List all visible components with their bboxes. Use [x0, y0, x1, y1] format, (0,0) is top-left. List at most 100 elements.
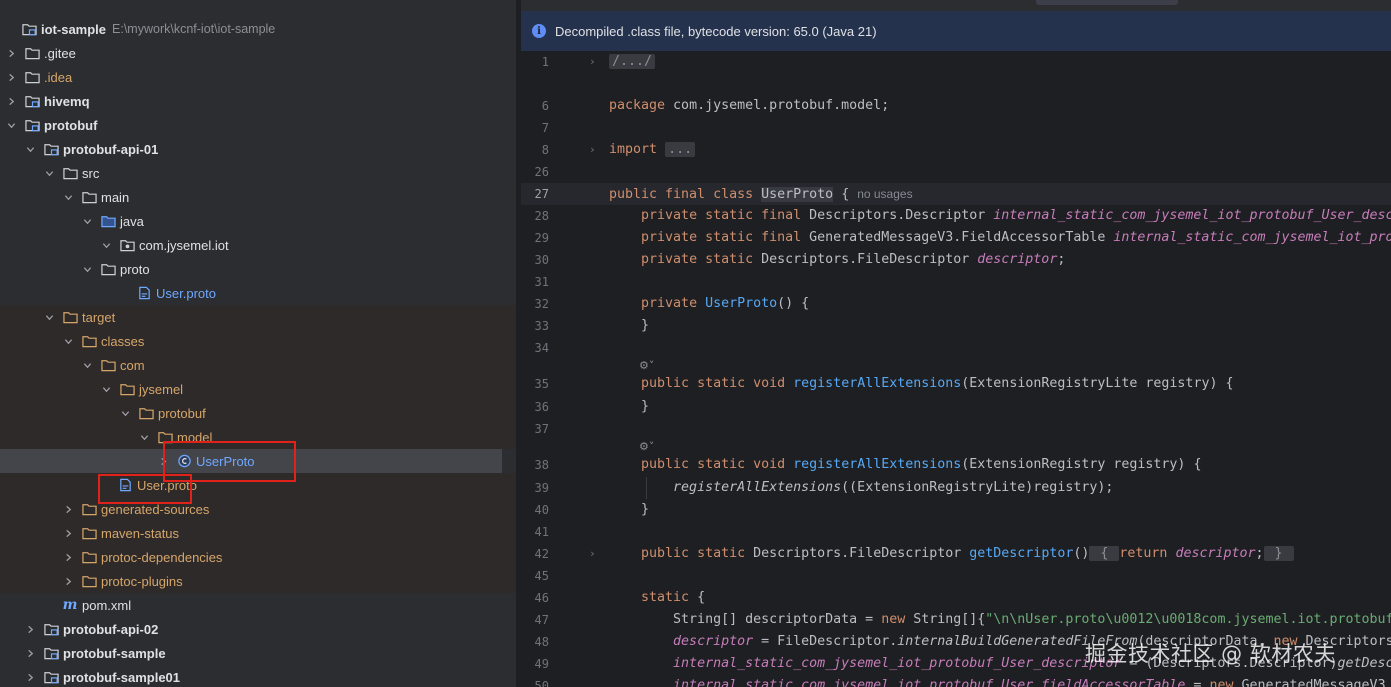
code-line[interactable]: 50 internal_static_com_jysemel_iot_proto…	[521, 675, 1391, 687]
chevron-down-icon[interactable]	[100, 377, 112, 401]
tree-item[interactable]: classes	[0, 329, 516, 353]
tree-item[interactable]: protobuf-sample01	[0, 665, 516, 687]
code-line[interactable]: 29 private static final GeneratedMessage…	[521, 227, 1391, 249]
folded-region[interactable]: /.../	[609, 54, 656, 69]
chevron-down-icon[interactable]	[81, 257, 93, 281]
tree-item-label: .idea	[44, 69, 73, 85]
code-line[interactable]: 6 package com.jysemel.protobuf.model;	[521, 95, 1391, 117]
chevron-down-icon[interactable]	[43, 305, 55, 329]
tree-item-label: protobuf-sample	[63, 645, 166, 661]
code-line[interactable]: 27 public final class UserProto {no usage…	[521, 183, 1391, 205]
code-line[interactable]: 30 private static Descriptors.FileDescri…	[521, 249, 1391, 271]
tree-item[interactable]: protobuf-api-01	[0, 137, 516, 161]
tree-item[interactable]: protobuf	[0, 401, 516, 425]
tree-item[interactable]: jysemel	[0, 377, 516, 401]
code-token: Descriptors.FileDescriptor	[753, 252, 978, 267]
tree-item[interactable]: maven-status	[0, 521, 516, 545]
code-line[interactable]: 39 registerAllExtensions((ExtensionRegis…	[521, 477, 1391, 499]
chevron-down-icon[interactable]	[119, 401, 131, 425]
code-line[interactable]: 26	[521, 161, 1391, 183]
tree-item[interactable]: hivemq	[0, 89, 516, 113]
tree-item[interactable]: com	[0, 353, 516, 377]
code-line[interactable]: 38 public static void registerAllExtensi…	[521, 454, 1391, 476]
tree-item[interactable]: .gitee	[0, 41, 516, 65]
chevron-down-icon[interactable]	[43, 161, 55, 185]
chevron-right-icon[interactable]	[62, 569, 74, 593]
code-line[interactable]: 1 › /.../	[521, 51, 1391, 73]
code-line[interactable]: 31	[521, 271, 1391, 293]
code-line[interactable]: 32 private UserProto() {	[521, 293, 1391, 315]
code-line[interactable]	[521, 73, 1391, 95]
code-token: ()	[1073, 546, 1090, 561]
code-line[interactable]: 7	[521, 117, 1391, 139]
code-line[interactable]: 36 }	[521, 396, 1391, 418]
chevron-down-icon[interactable]	[62, 185, 74, 209]
line-number: 42	[534, 547, 549, 561]
code-token: new	[881, 612, 906, 627]
chevron-right-icon[interactable]	[62, 497, 74, 521]
tree-item[interactable]: java	[0, 209, 516, 233]
editor-panel: i Decompiled .class file, bytecode versi…	[521, 0, 1391, 687]
folder-icon	[62, 165, 78, 181]
code-line[interactable]: 47 String[] descriptorData = new String[…	[521, 609, 1391, 631]
chevron-down-icon[interactable]	[5, 113, 17, 137]
code-line[interactable]: 42 › public static Descriptors.FileDescri…	[521, 543, 1391, 565]
tree-item[interactable]: protoc-plugins	[0, 569, 516, 593]
code-line[interactable]: 40 }	[521, 499, 1391, 521]
chevron-right-icon[interactable]	[5, 65, 17, 89]
chevron-right-icon[interactable]	[24, 665, 36, 687]
chevron-right-icon[interactable]	[24, 617, 36, 641]
tree-item-label: src	[82, 165, 100, 181]
tree-item[interactable]: src	[0, 161, 516, 185]
chevron-down-icon[interactable]	[81, 353, 93, 377]
code-line[interactable]: 45	[521, 565, 1391, 587]
code-token: () {	[777, 296, 810, 311]
code-token: registerAllExtensions	[793, 376, 962, 391]
tree-item[interactable]: iot-sample E:\mywork\kcnf-iot\iot-sample	[0, 17, 516, 41]
code-line[interactable]: 41	[521, 521, 1391, 543]
folded-region[interactable]: }	[1263, 546, 1294, 561]
tree-item[interactable]: protobuf-api-02	[0, 617, 516, 641]
decompiled-banner: i Decompiled .class file, bytecode versi…	[521, 11, 1391, 51]
tree-item[interactable]: protoc-dependencies	[0, 545, 516, 569]
tree-item[interactable]: com.jysemel.iot	[0, 233, 516, 257]
chevron-down-icon[interactable]	[24, 137, 36, 161]
chevron-right-icon[interactable]	[62, 521, 74, 545]
fold-chevron-icon[interactable]: ›	[589, 543, 599, 565]
chevron-down-icon[interactable]	[100, 233, 112, 257]
chevron-right-icon[interactable]	[62, 545, 74, 569]
tree-item[interactable]: .idea	[0, 65, 516, 89]
chevron-right-icon[interactable]	[5, 41, 17, 65]
chevron-down-icon[interactable]	[62, 329, 74, 353]
code-text: public static Descriptors.FileDescriptor…	[609, 543, 1294, 565]
code-line[interactable]: 35 public static void registerAllExtensi…	[521, 373, 1391, 395]
tree-item[interactable]: main	[0, 185, 516, 209]
folded-region[interactable]: {	[1089, 546, 1120, 561]
chevron-down-icon[interactable]	[138, 425, 150, 449]
folded-region[interactable]: ...	[665, 142, 696, 157]
highlight-box-user-proto	[98, 474, 192, 504]
code-line[interactable]: 28 private static final Descriptors.Desc…	[521, 205, 1391, 227]
tree-item[interactable]: proto	[0, 257, 516, 281]
fold-chevron-icon[interactable]: ›	[589, 139, 599, 161]
tree-item[interactable]: User.proto	[0, 281, 516, 305]
tree-item-label: jysemel	[139, 381, 184, 397]
editor-tab[interactable]	[1036, 0, 1178, 5]
tree-item-label: pom.xml	[82, 597, 132, 613]
fold-chevron-icon[interactable]: ›	[589, 51, 599, 73]
tree-item[interactable]: target	[0, 305, 516, 329]
chevron-down-icon[interactable]	[81, 209, 93, 233]
code-line[interactable]: 8 › import ...	[521, 139, 1391, 161]
chevron-right-icon[interactable]	[5, 89, 17, 113]
tree-item[interactable]: m pom.xml	[0, 593, 516, 617]
code-line[interactable]: 46 static {	[521, 587, 1391, 609]
code-line[interactable]: 33 }	[521, 315, 1391, 337]
tree-item[interactable]: protobuf	[0, 113, 516, 137]
tree-item[interactable]: generated-sources	[0, 497, 516, 521]
tree-item[interactable]: protobuf-sample	[0, 641, 516, 665]
chevron-right-icon[interactable]	[24, 641, 36, 665]
